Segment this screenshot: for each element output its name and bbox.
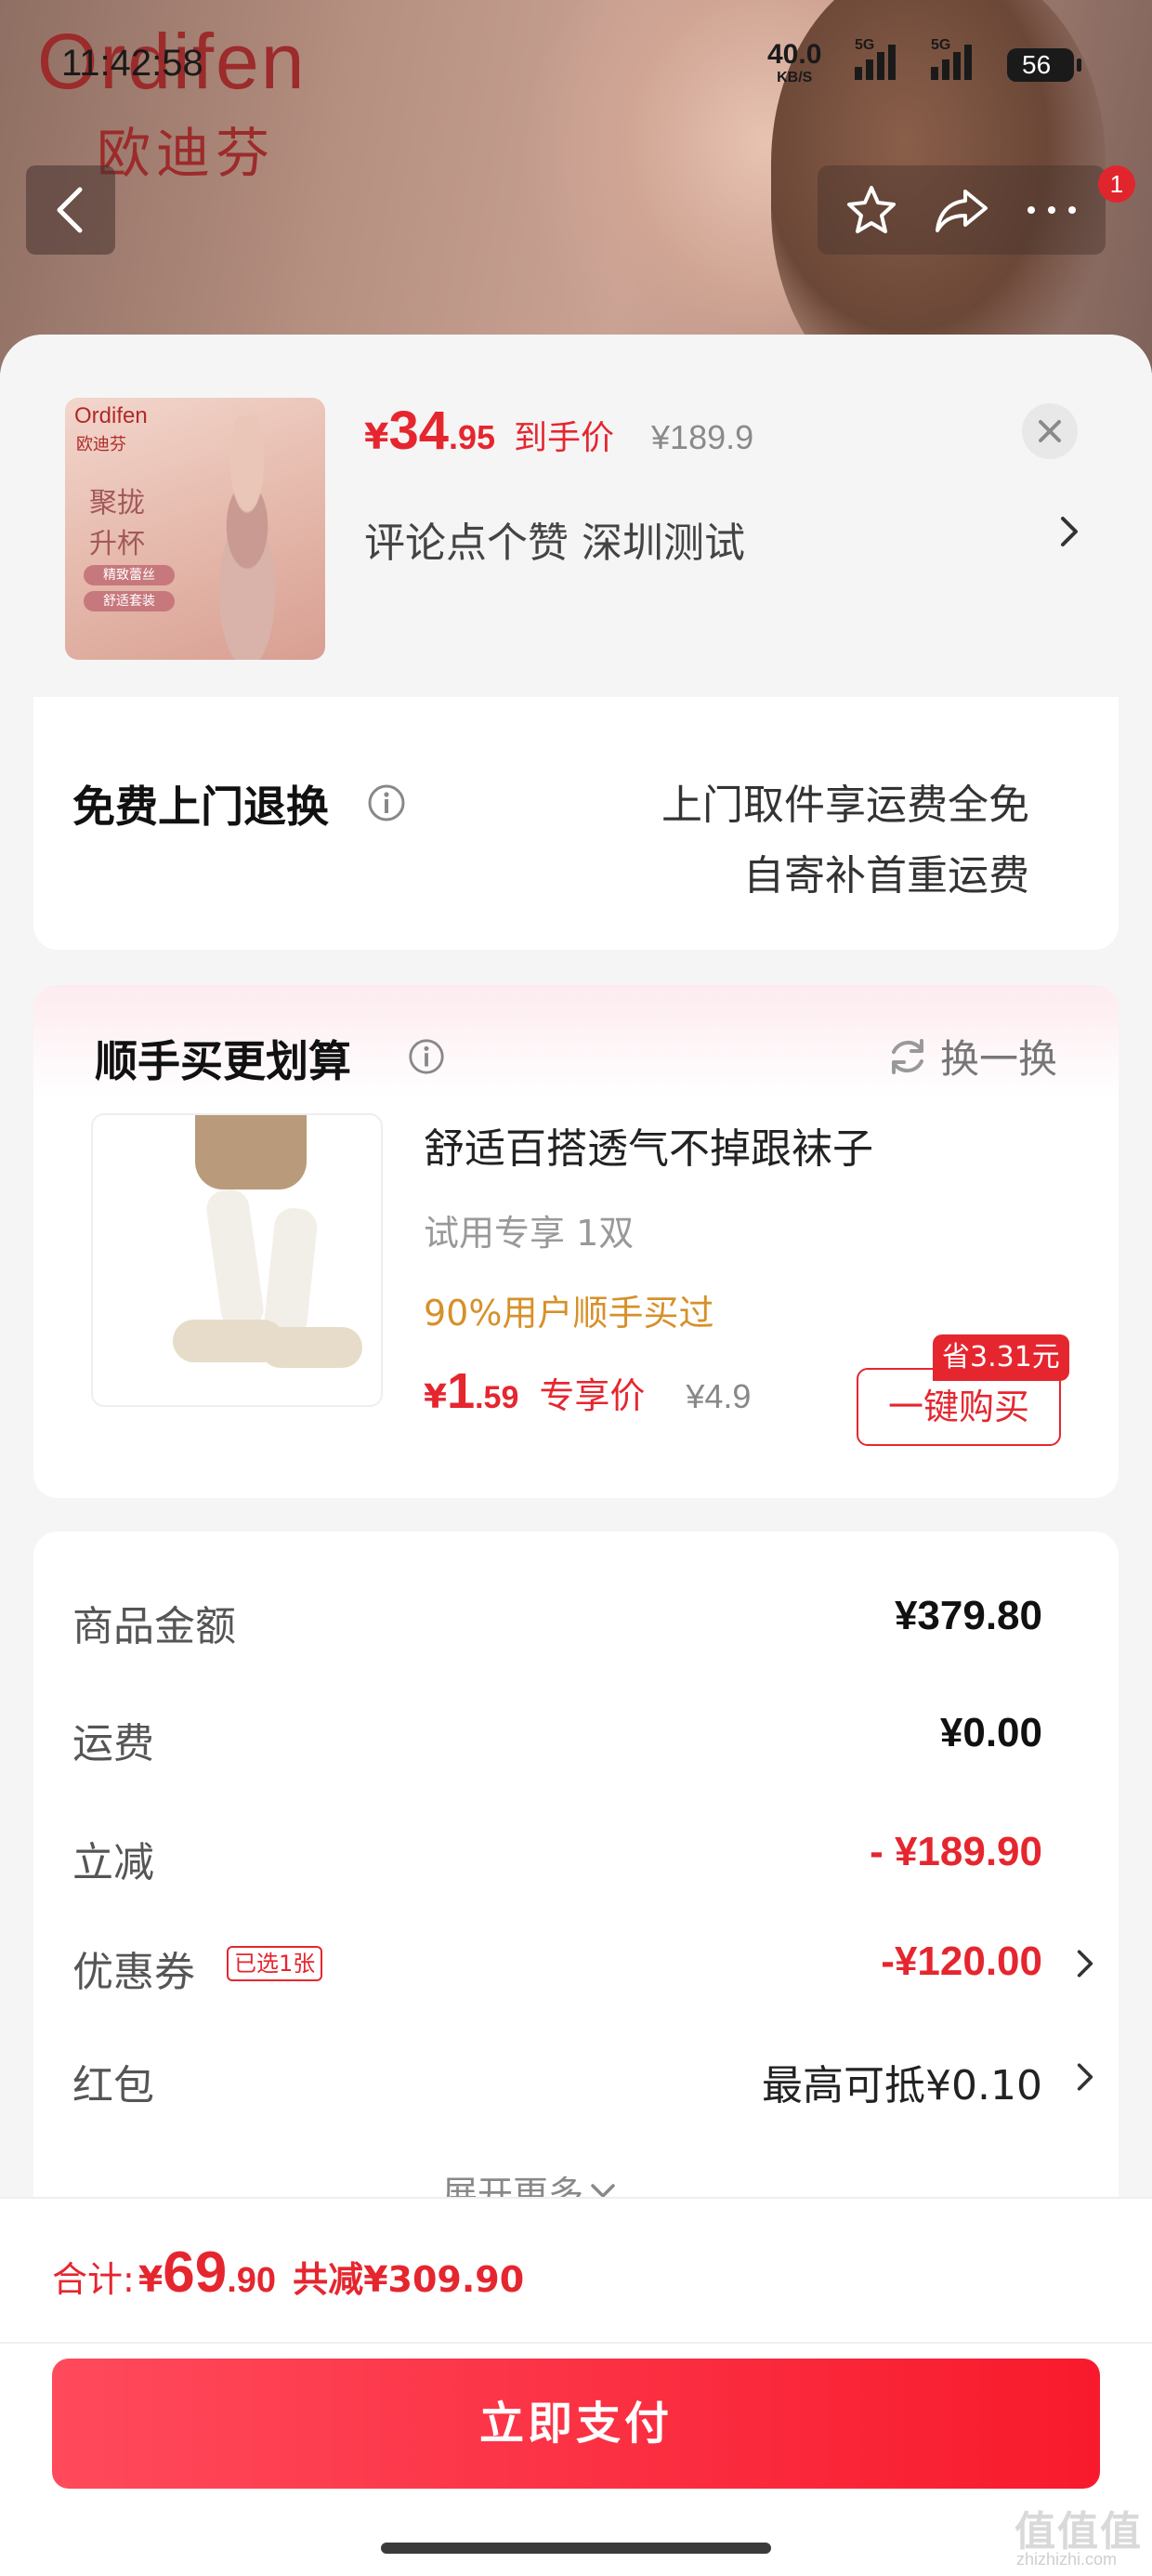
summary-row-discount: 立减 - ¥189.90 bbox=[72, 1829, 1094, 1886]
sock-image-sock bbox=[203, 1187, 267, 1332]
favorite-button[interactable] bbox=[834, 173, 909, 247]
order-total: 合计: ¥ 69 .90 共减¥309.90 bbox=[52, 2240, 524, 2306]
chevron-right-icon bbox=[1077, 1950, 1093, 1978]
summary-label: 红包 bbox=[72, 2062, 154, 2109]
sock-image-pants bbox=[195, 1115, 307, 1189]
top-actions bbox=[818, 165, 1106, 255]
return-service-line2: 自寄补首重运费 bbox=[743, 852, 1029, 900]
addon-price-integer: 1 bbox=[447, 1363, 476, 1419]
battery-icon: 56 bbox=[1007, 48, 1081, 82]
price-currency: ¥ bbox=[364, 416, 389, 457]
product-spec[interactable]: 评论点个赞 深圳测试 bbox=[364, 509, 745, 569]
addon-price: ¥ 1 .59 专享价 ¥4.9 bbox=[424, 1362, 751, 1420]
total-currency: ¥ bbox=[137, 2259, 164, 2300]
summary-value: -¥120.00 bbox=[881, 1939, 1042, 1984]
savings-badge: 省3.31元 bbox=[933, 1334, 1069, 1381]
share-button[interactable] bbox=[924, 173, 999, 247]
addon-product-spec: 试用专享 1双 bbox=[424, 1213, 635, 1254]
star-icon bbox=[847, 186, 897, 233]
network-speed-value: 40.0 bbox=[767, 39, 822, 70]
status-bar: 11:42:58 40.0 KB/S 5G 5G 56 bbox=[0, 37, 1152, 93]
product-price: ¥ 34 .95 到手价 ¥189.9 bbox=[364, 400, 753, 462]
signal-2-label: 5G bbox=[931, 37, 951, 53]
return-service-card: 免费上门退换 上门取件享运费全免 自寄补首重运费 bbox=[33, 697, 1119, 950]
summary-label: 商品金额 bbox=[72, 1603, 236, 1650]
addon-original-price: ¥4.9 bbox=[686, 1377, 752, 1415]
price-label: 到手价 bbox=[514, 419, 615, 457]
addon-recommend-card: 顺手买更划算 换一换 舒适百搭透气不掉跟袜子 试用专享 1双 90%用户顺手买过 bbox=[33, 985, 1119, 1498]
site-watermark-url: zhizhizhi.com bbox=[1016, 2550, 1118, 2569]
back-arrow-icon bbox=[57, 187, 83, 233]
price-integer: 34 bbox=[388, 401, 449, 461]
thumb-model-figure bbox=[182, 416, 312, 660]
summary-value: - ¥189.90 bbox=[870, 1829, 1042, 1874]
return-service-line1: 上门取件享运费全免 bbox=[661, 782, 1029, 829]
product-thumbnail[interactable]: Ordifen 欧迪芬 聚拢 升杯 精致蕾丝 舒适套装 bbox=[65, 398, 325, 660]
back-button[interactable] bbox=[26, 165, 115, 255]
battery-level: 56 bbox=[1022, 50, 1052, 79]
summary-value: 最高可抵¥0.10 bbox=[762, 2062, 1042, 2109]
addon-price-currency: ¥ bbox=[424, 1378, 448, 1416]
total-decimal: .90 bbox=[227, 2261, 277, 2300]
pay-now-button[interactable]: 立即支付 bbox=[52, 2359, 1100, 2489]
thumb-chip: 舒适套装 bbox=[84, 591, 175, 611]
close-icon bbox=[1039, 420, 1061, 442]
addon-product-image[interactable] bbox=[91, 1113, 383, 1407]
addon-price-label: 专享价 bbox=[539, 1375, 646, 1416]
thumb-slogan: 聚拢 升杯 bbox=[89, 487, 145, 560]
status-time: 11:42:58 bbox=[61, 43, 203, 84]
swap-label: 换一换 bbox=[939, 1036, 1057, 1082]
share-icon bbox=[935, 190, 988, 232]
divider bbox=[0, 2342, 1152, 2344]
info-icon[interactable] bbox=[407, 1037, 446, 1076]
chevron-right-icon bbox=[1077, 2063, 1093, 2091]
addon-price-decimal: .59 bbox=[475, 1380, 519, 1415]
checkout-bottom-bar: 合计: ¥ 69 .90 共减¥309.90 立即支付 值值值 zhizhizh… bbox=[0, 2197, 1152, 2576]
site-watermark: 值值值 bbox=[1015, 2508, 1143, 2556]
signal-icon-1: 5G bbox=[855, 37, 896, 80]
thumb-brand-cn: 欧迪芬 bbox=[76, 435, 126, 454]
signal-1-label: 5G bbox=[855, 37, 875, 53]
more-button[interactable] bbox=[1015, 173, 1089, 247]
chevron-right-icon[interactable] bbox=[1059, 513, 1080, 550]
coupon-selected-tag: 已选1张 bbox=[227, 1946, 323, 1981]
addon-title: 顺手买更划算 bbox=[95, 1036, 351, 1086]
summary-value: ¥0.00 bbox=[939, 1710, 1042, 1755]
close-button[interactable] bbox=[1022, 403, 1078, 459]
thumb-brand-en: Ordifen bbox=[74, 403, 148, 428]
thumb-chip: 精致蕾丝 bbox=[84, 565, 175, 585]
sock-image-sock bbox=[262, 1205, 320, 1341]
summary-label: 运费 bbox=[72, 1720, 154, 1768]
return-service-title: 免费上门退换 bbox=[72, 782, 329, 832]
cart-badge: 1 bbox=[1098, 165, 1135, 203]
more-icon bbox=[1027, 206, 1076, 214]
sock-image-slipper bbox=[260, 1327, 362, 1368]
summary-label: 优惠券 bbox=[72, 1949, 195, 1996]
addon-purchase-hint: 90%用户顺手买过 bbox=[424, 1293, 714, 1334]
order-summary-card: 商品金额 ¥379.80 运费 ¥0.00 立减 - ¥189.90 优惠券 已… bbox=[33, 1531, 1119, 2238]
summary-row-goods: 商品金额 ¥379.80 bbox=[72, 1593, 1094, 1650]
summary-row-shipping: 运费 ¥0.00 bbox=[72, 1710, 1094, 1768]
product-header: Ordifen 欧迪芬 聚拢 升杯 精致蕾丝 舒适套装 ¥ 34 .95 到手价… bbox=[0, 335, 1152, 697]
signal-icon-2: 5G bbox=[931, 37, 972, 80]
summary-row-coupon[interactable]: 优惠券 已选1张 -¥120.00 bbox=[72, 1939, 1094, 1996]
home-indicator[interactable] bbox=[381, 2543, 771, 2554]
info-icon[interactable] bbox=[366, 782, 407, 823]
total-label: 合计: bbox=[52, 2259, 135, 2300]
summary-row-red-packet[interactable]: 红包 最高可抵¥0.10 bbox=[72, 2052, 1094, 2109]
swap-button[interactable]: 换一换 bbox=[886, 1028, 1057, 1084]
summary-label: 立减 bbox=[72, 1839, 154, 1886]
original-price: ¥189.9 bbox=[651, 418, 754, 456]
summary-value: ¥379.80 bbox=[894, 1593, 1042, 1638]
refresh-icon bbox=[891, 1038, 923, 1074]
price-decimal: .95 bbox=[448, 418, 496, 456]
addon-product-name[interactable]: 舒适百搭透气不掉跟袜子 bbox=[424, 1115, 873, 1175]
brand-logo-cn: 欧迪芬 bbox=[97, 122, 276, 185]
total-integer: 69 bbox=[163, 2241, 228, 2305]
network-speed: 40.0 KB/S bbox=[767, 41, 821, 85]
total-saved: 共减¥309.90 bbox=[293, 2259, 525, 2300]
network-speed-unit: KB/S bbox=[777, 70, 813, 85]
